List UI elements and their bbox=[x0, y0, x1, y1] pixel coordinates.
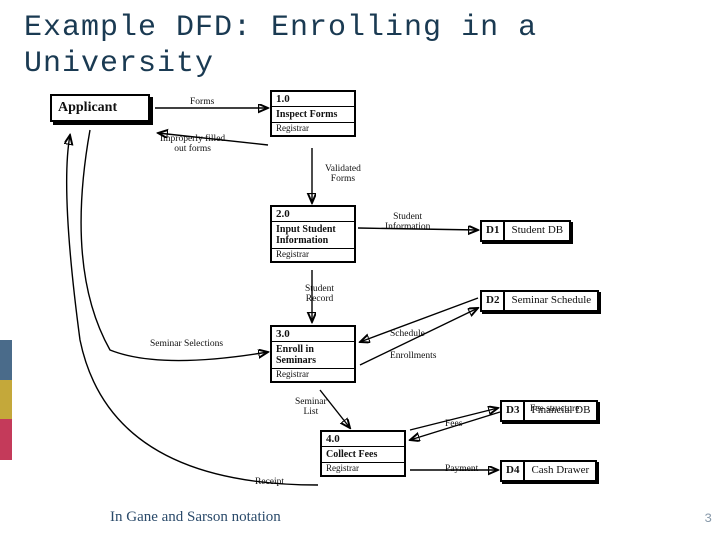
process-1-id: 1.0 bbox=[272, 92, 354, 107]
datastore-d2-id: D2 bbox=[480, 292, 505, 310]
process-4-name: Collect Fees bbox=[322, 447, 404, 463]
process-2-id: 2.0 bbox=[272, 207, 354, 222]
datastore-d4: D4 Cash Drawer bbox=[500, 460, 597, 482]
flow-receipt: Receipt bbox=[255, 478, 284, 488]
datastore-d1: D1 Student DB bbox=[480, 220, 571, 242]
process-2-name: Input Student Information bbox=[272, 222, 354, 249]
process-4-actor: Registrar bbox=[322, 463, 404, 475]
datastore-d1-name: Student DB bbox=[505, 222, 569, 240]
flow-payment: Payment bbox=[445, 465, 478, 475]
page-title: Example DFD: Enrolling in a University bbox=[24, 10, 696, 82]
process-2-actor: Registrar bbox=[272, 249, 354, 261]
flow-validated: ValidatedForms bbox=[325, 165, 361, 185]
datastore-d2-name: Seminar Schedule bbox=[505, 292, 597, 310]
flow-improper: Improperly filledout forms bbox=[160, 135, 225, 155]
flow-studentinfo: StudentInformation bbox=[385, 213, 430, 233]
process-1: 1.0 Inspect Forms Registrar bbox=[270, 90, 356, 137]
process-1-actor: Registrar bbox=[272, 123, 354, 135]
flow-studentrecord: StudentRecord bbox=[305, 285, 334, 305]
flow-seminarlist: SeminarList bbox=[295, 398, 327, 418]
caption-text: In Gane and Sarson notation bbox=[110, 509, 281, 526]
flow-seminarsel: Seminar Selections bbox=[150, 340, 223, 350]
datastore-d4-id: D4 bbox=[500, 462, 525, 480]
accent-stripe bbox=[0, 340, 12, 460]
datastore-d2: D2 Seminar Schedule bbox=[480, 290, 599, 312]
process-4: 4.0 Collect Fees Registrar bbox=[320, 430, 406, 477]
process-3: 3.0 Enroll in Seminars Registrar bbox=[270, 325, 356, 383]
process-4-id: 4.0 bbox=[322, 432, 404, 447]
process-2: 2.0 Input Student Information Registrar bbox=[270, 205, 356, 263]
process-3-id: 3.0 bbox=[272, 327, 354, 342]
page-number: 3 bbox=[704, 511, 712, 526]
dfd-diagram: Applicant 1.0 Inspect Forms Registrar 2.… bbox=[50, 90, 670, 500]
process-3-name: Enroll in Seminars bbox=[272, 342, 354, 369]
datastore-d1-id: D1 bbox=[480, 222, 505, 240]
process-3-actor: Registrar bbox=[272, 369, 354, 381]
flow-feestructure: Fee structure bbox=[530, 405, 579, 415]
datastore-d3-id: D3 bbox=[500, 402, 525, 420]
entity-applicant: Applicant bbox=[50, 94, 150, 122]
process-1-name: Inspect Forms bbox=[272, 107, 354, 123]
flow-fees: Fees bbox=[445, 420, 462, 430]
datastore-d4-name: Cash Drawer bbox=[525, 462, 595, 480]
flow-enrollments: Enrollments bbox=[390, 352, 436, 362]
flow-forms: Forms bbox=[190, 98, 214, 108]
flow-schedule: Schedule bbox=[390, 330, 425, 340]
